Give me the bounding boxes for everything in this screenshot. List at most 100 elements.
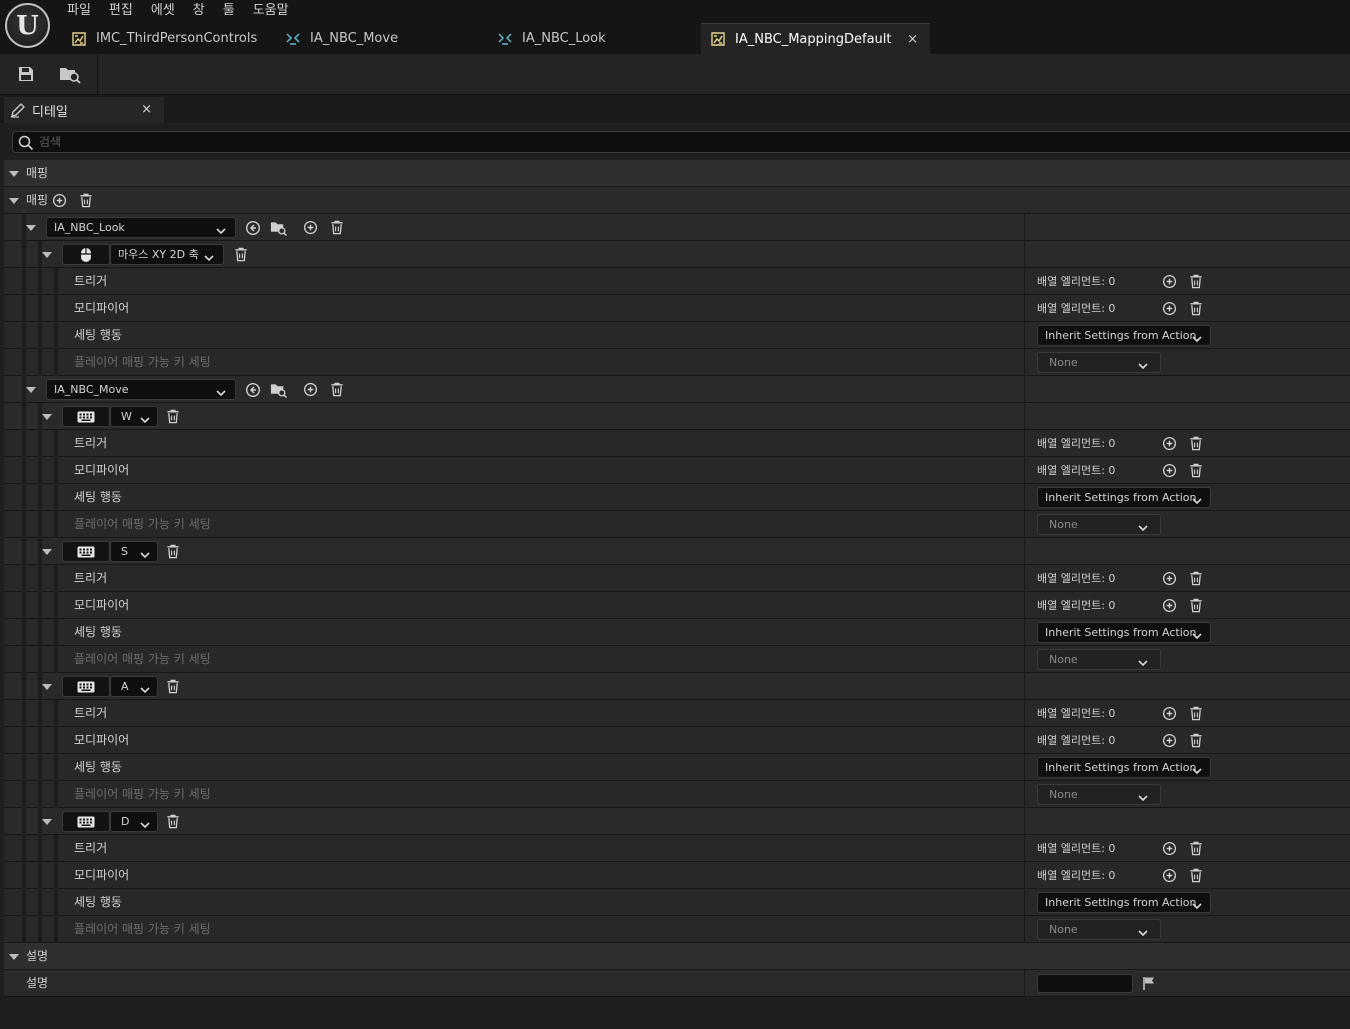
player-mappable-select[interactable]: None <box>1037 784 1161 805</box>
use-selected-asset-icon[interactable] <box>244 219 261 236</box>
search-input[interactable] <box>39 133 1339 151</box>
save-button[interactable] <box>14 63 38 85</box>
localization-flag-icon[interactable] <box>1140 975 1157 992</box>
remove-key-trash-icon[interactable] <box>164 543 181 560</box>
property-label: 플레이어 매핑 가능 키 세팅 <box>74 787 211 801</box>
keyboard-icon[interactable] <box>62 406 110 427</box>
expand-arrow-icon[interactable] <box>26 387 36 393</box>
expand-arrow-icon[interactable] <box>9 171 19 177</box>
clear-trash-icon[interactable] <box>1187 570 1204 587</box>
clear-trash-icon[interactable] <box>1187 867 1204 884</box>
tab-ia-nbc-move[interactable]: IA_NBC_Move <box>284 23 398 54</box>
key-select[interactable]: D <box>110 811 158 832</box>
column-divider <box>1024 511 1025 538</box>
key-select[interactable]: 마우스 XY 2D 축 <box>110 244 224 265</box>
key-select[interactable]: W <box>110 406 158 427</box>
setting-behavior-select[interactable]: Inherit Settings from Action <box>1037 325 1211 346</box>
add-element-icon[interactable] <box>1161 435 1178 452</box>
clear-trash-icon[interactable] <box>1187 597 1204 614</box>
add-element-icon[interactable] <box>1161 732 1178 749</box>
close-icon[interactable]: × <box>141 102 152 117</box>
clear-trash-icon[interactable] <box>1187 462 1204 479</box>
tab-ia-nbc-look[interactable]: IA_NBC_Look <box>496 23 606 54</box>
menu-asset[interactable]: 에셋 <box>142 0 184 22</box>
use-selected-asset-icon[interactable] <box>244 381 261 398</box>
menu-tools[interactable]: 툴 <box>214 0 244 22</box>
mouse-icon[interactable] <box>62 244 110 265</box>
expand-arrow-icon[interactable] <box>42 819 52 825</box>
remove-key-trash-icon[interactable] <box>164 408 181 425</box>
setting-behavior-select[interactable]: Inherit Settings from Action <box>1037 487 1211 508</box>
menu-window[interactable]: 창 <box>184 0 214 22</box>
player-mappable-select[interactable]: None <box>1037 649 1161 670</box>
browse-button[interactable] <box>58 63 82 85</box>
tab-label: IA_NBC_Look <box>522 31 606 46</box>
clear-trash-icon[interactable] <box>1187 435 1204 452</box>
unreal-logo-icon[interactable]: U <box>5 3 50 48</box>
remove-key-trash-icon[interactable] <box>164 813 181 830</box>
column-divider <box>1024 376 1025 403</box>
expand-arrow-icon[interactable] <box>42 414 52 420</box>
menu-file[interactable]: 파일 <box>58 0 100 22</box>
indent-guide <box>38 646 42 673</box>
action-select[interactable]: IA_NBC_Look <box>46 217 236 238</box>
add-element-icon[interactable] <box>51 192 68 209</box>
keyboard-icon[interactable] <box>62 676 110 697</box>
property-label: 모디파이어 <box>74 733 130 747</box>
key-select[interactable]: A <box>110 676 158 697</box>
add-key-icon[interactable] <box>302 219 319 236</box>
add-element-icon[interactable] <box>1161 705 1178 722</box>
setting-behavior-select[interactable]: Inherit Settings from Action <box>1037 757 1211 778</box>
remove-key-trash-icon[interactable] <box>232 246 249 263</box>
action-select[interactable]: IA_NBC_Move <box>46 379 236 400</box>
tab-ia-nbc-mappingdefault[interactable]: IA_NBC_MappingDefault × <box>701 23 930 54</box>
menu-edit[interactable]: 편집 <box>100 0 142 22</box>
remove-key-trash-icon[interactable] <box>164 678 181 695</box>
add-element-icon[interactable] <box>1161 597 1178 614</box>
clear-trash-icon[interactable] <box>1187 732 1204 749</box>
add-element-icon[interactable] <box>1161 462 1178 479</box>
indent-guide <box>54 349 58 376</box>
browse-asset-icon[interactable] <box>270 219 287 236</box>
setting-behavior-select[interactable]: Inherit Settings from Action <box>1037 622 1211 643</box>
player-mappable-select[interactable]: None <box>1037 352 1161 373</box>
remove-mapping-trash-icon[interactable] <box>328 219 345 236</box>
remove-mapping-trash-icon[interactable] <box>328 381 345 398</box>
key-select[interactable]: S <box>110 541 158 562</box>
details-tab[interactable]: 디테일 × <box>4 97 164 123</box>
menu-help[interactable]: 도움말 <box>244 0 298 22</box>
add-element-icon[interactable] <box>1161 300 1178 317</box>
setting-behavior-select[interactable]: Inherit Settings from Action <box>1037 892 1211 913</box>
description-input[interactable] <box>1037 974 1133 993</box>
add-element-icon[interactable] <box>1161 570 1178 587</box>
player-mappable-select[interactable]: None <box>1037 919 1161 940</box>
keyboard-icon[interactable] <box>62 541 110 562</box>
add-key-icon[interactable] <box>302 381 319 398</box>
clear-trash-icon[interactable] <box>1187 300 1204 317</box>
add-element-icon[interactable] <box>1161 867 1178 884</box>
expand-arrow-icon[interactable] <box>42 252 52 258</box>
clear-trash-icon[interactable] <box>1187 705 1204 722</box>
tab-label: IA_NBC_Move <box>310 31 399 46</box>
close-icon[interactable]: × <box>906 32 920 47</box>
array-count: 배열 엘리먼트: 0 <box>1037 599 1116 612</box>
indent-guide <box>22 916 26 943</box>
expand-arrow-icon[interactable] <box>9 954 19 960</box>
add-element-icon[interactable] <box>1161 273 1178 290</box>
expand-arrow-icon[interactable] <box>26 225 36 231</box>
property-row-modifiers: 모디파이어 배열 엘리먼트: 0 <box>4 727 1350 754</box>
clear-all-trash-icon[interactable] <box>77 192 94 209</box>
property-label: 플레이어 매핑 가능 키 세팅 <box>74 355 211 369</box>
tab-imc-thirdpersoncontrols[interactable]: IMC_ThirdPersonControls <box>70 23 257 54</box>
clear-trash-icon[interactable] <box>1187 840 1204 857</box>
browse-asset-icon[interactable] <box>270 381 287 398</box>
add-element-icon[interactable] <box>1161 840 1178 857</box>
expand-arrow-icon[interactable] <box>42 684 52 690</box>
keyboard-icon[interactable] <box>62 811 110 832</box>
player-mappable-select[interactable]: None <box>1037 514 1161 535</box>
indent-guide <box>38 781 42 808</box>
expand-arrow-icon[interactable] <box>9 198 19 204</box>
expand-arrow-icon[interactable] <box>42 549 52 555</box>
clear-trash-icon[interactable] <box>1187 273 1204 290</box>
property-label: 트리거 <box>74 841 108 855</box>
